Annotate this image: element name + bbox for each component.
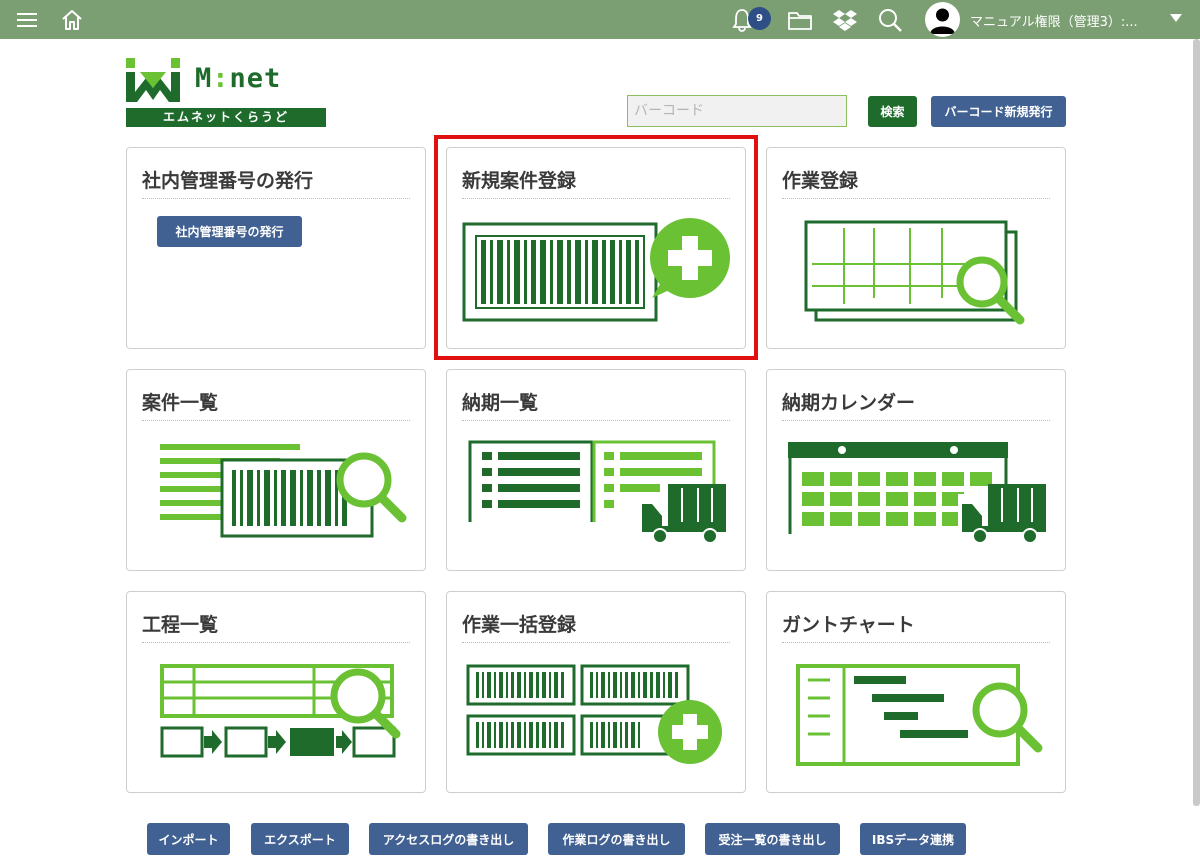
barcode-add-icon	[462, 218, 730, 322]
divider	[142, 642, 410, 643]
card-title: 納期一覧	[462, 392, 539, 414]
card-process-list[interactable]: 工程一覧	[126, 591, 426, 793]
card-title: 社内管理番号の発行	[142, 170, 314, 192]
mnet-logo-band: エムネットくらうど	[126, 108, 326, 127]
card-title: 納期カレンダー	[782, 392, 916, 414]
card-project-list[interactable]: 案件一覧	[126, 369, 426, 571]
mnet-logo-mark	[126, 58, 180, 102]
home-icon[interactable]	[58, 6, 86, 34]
search-icon[interactable]	[876, 6, 904, 34]
access-log-export-button[interactable]: アクセスログの書き出し	[369, 823, 528, 855]
notification-badge[interactable]: 9	[748, 7, 771, 30]
mnet-logo: M:net エムネットくらうど	[126, 58, 326, 128]
issue-internal-number-button[interactable]: 社内管理番号の発行	[157, 216, 302, 247]
divider	[142, 420, 410, 421]
divider	[462, 642, 730, 643]
sheet-search-icon	[804, 220, 1025, 325]
export-button[interactable]: エクスポート	[251, 823, 349, 855]
card-new-project[interactable]: 新規案件登録	[446, 147, 746, 349]
user-avatar-icon[interactable]	[925, 2, 960, 37]
divider	[142, 198, 410, 199]
card-title: 新規案件登録	[462, 170, 577, 192]
card-title: 作業一括登録	[462, 614, 577, 636]
search-button[interactable]: 検索	[868, 96, 917, 127]
card-title: 案件一覧	[142, 392, 219, 414]
gantt-search-icon	[796, 664, 1043, 766]
dropbox-icon[interactable]	[831, 6, 859, 34]
divider	[782, 420, 1050, 421]
process-flow-search-icon	[160, 664, 401, 758]
card-title: 工程一覧	[142, 614, 219, 636]
card-title: 作業登録	[782, 170, 859, 192]
user-name[interactable]: マニュアル権限（管理3）:...	[970, 11, 1138, 30]
top-bar: 9 マニュアル権限（管理3）:...	[0, 0, 1200, 39]
divider	[782, 198, 1050, 199]
delivery-list-truck-icon	[468, 440, 726, 544]
calendar-truck-icon	[788, 442, 1046, 544]
user-menu-caret-icon[interactable]	[1170, 14, 1182, 22]
work-log-export-button[interactable]: 作業ログの書き出し	[548, 823, 685, 855]
card-internal-number[interactable]: 社内管理番号の発行 社内管理番号の発行	[126, 147, 426, 349]
card-title: ガントチャート	[782, 614, 915, 636]
hamburger-menu-icon[interactable]	[13, 6, 41, 34]
ibs-data-link-button[interactable]: IBSデータ連携	[860, 823, 966, 855]
multi-barcode-add-icon	[466, 664, 722, 764]
card-gantt-chart[interactable]: ガントチャート	[766, 591, 1066, 793]
card-delivery-list[interactable]: 納期一覧	[446, 369, 746, 571]
divider	[782, 642, 1050, 643]
card-work-registration[interactable]: 作業登録	[766, 147, 1066, 349]
divider	[462, 198, 730, 199]
mnet-logo-text: M:net	[195, 63, 282, 94]
import-button[interactable]: インポート	[147, 823, 230, 855]
divider	[462, 420, 730, 421]
barcode-search-input[interactable]	[627, 95, 847, 127]
card-delivery-calendar[interactable]: 納期カレンダー	[766, 369, 1066, 571]
new-barcode-button[interactable]: バーコード新規発行	[931, 96, 1066, 127]
order-list-export-button[interactable]: 受注一覧の書き出し	[705, 823, 840, 855]
scrollbar[interactable]	[1193, 39, 1200, 806]
list-barcode-search-icon	[160, 444, 407, 538]
folder-icon[interactable]	[786, 6, 814, 34]
card-bulk-work-registration[interactable]: 作業一括登録	[446, 591, 746, 793]
